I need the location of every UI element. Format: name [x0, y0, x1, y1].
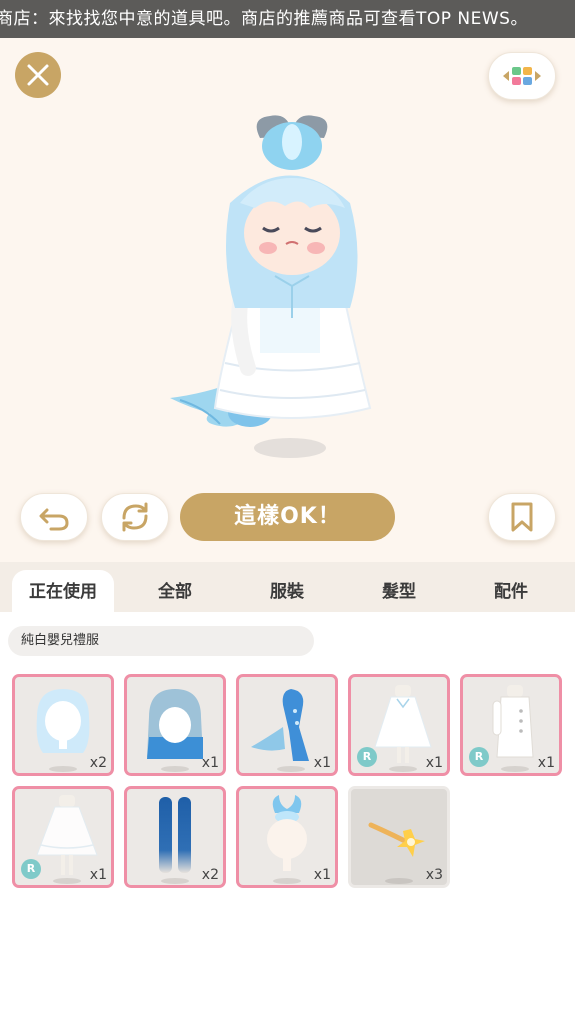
- item-quantity: x1: [89, 867, 107, 883]
- item-slot[interactable]: x1: [236, 674, 338, 776]
- item-quantity: x1: [425, 755, 443, 771]
- avatar-character[interactable]: [150, 108, 390, 468]
- bookmark-icon: [511, 502, 533, 532]
- grid-switch-icon: [503, 67, 541, 85]
- item-slot[interactable]: x2: [124, 786, 226, 888]
- rare-badge: R: [21, 859, 41, 879]
- undo-button[interactable]: [20, 493, 88, 541]
- ticker-text: 商店：來找找您中意的道具吧。商店的推薦商品可查看TOP NEWS。: [0, 9, 528, 29]
- item-slot[interactable]: x3: [348, 786, 450, 888]
- item-quantity: x2: [201, 867, 219, 883]
- top-news-ticker: 商店：來找找您中意的道具吧。商店的推薦商品可查看TOP NEWS。: [0, 0, 575, 38]
- close-icon: [27, 64, 49, 86]
- save-outfit-button[interactable]: [488, 493, 556, 541]
- item-quantity: x1: [537, 755, 555, 771]
- confirm-outfit-button[interactable]: 這樣OK！: [180, 493, 395, 541]
- rare-badge: R: [357, 747, 377, 767]
- item-slot[interactable]: x1: [236, 786, 338, 888]
- item-quantity: x3: [425, 867, 443, 883]
- item-quantity: x1: [313, 755, 331, 771]
- tab-accessories[interactable]: 配件: [460, 570, 562, 612]
- category-tabs: 正在使用 全部 服裝 髮型 配件: [0, 562, 575, 612]
- item-quantity: x1: [313, 867, 331, 883]
- item-quantity: x2: [89, 755, 107, 771]
- item-slot[interactable]: R x1: [12, 786, 114, 888]
- tab-clothing[interactable]: 服裝: [236, 570, 338, 612]
- rotate-button[interactable]: [101, 493, 169, 541]
- item-slot[interactable]: R x1: [348, 674, 450, 776]
- current-set-bar: 純白嬰兒禮服: [8, 626, 314, 656]
- set-name: 純白嬰兒禮服: [21, 633, 100, 648]
- rotate-icon: [122, 502, 148, 532]
- item-slot[interactable]: R x1: [460, 674, 562, 776]
- tab-in-use[interactable]: 正在使用: [12, 570, 114, 612]
- item-quantity: x1: [201, 755, 219, 771]
- tab-all[interactable]: 全部: [124, 570, 226, 612]
- item-slot[interactable]: x2: [12, 674, 114, 776]
- layout-toggle-button[interactable]: [488, 52, 556, 100]
- undo-icon: [39, 508, 69, 531]
- item-slot[interactable]: x1: [124, 674, 226, 776]
- rare-badge: R: [469, 747, 489, 767]
- close-button[interactable]: [15, 52, 61, 98]
- tab-hairstyle[interactable]: 髮型: [348, 570, 450, 612]
